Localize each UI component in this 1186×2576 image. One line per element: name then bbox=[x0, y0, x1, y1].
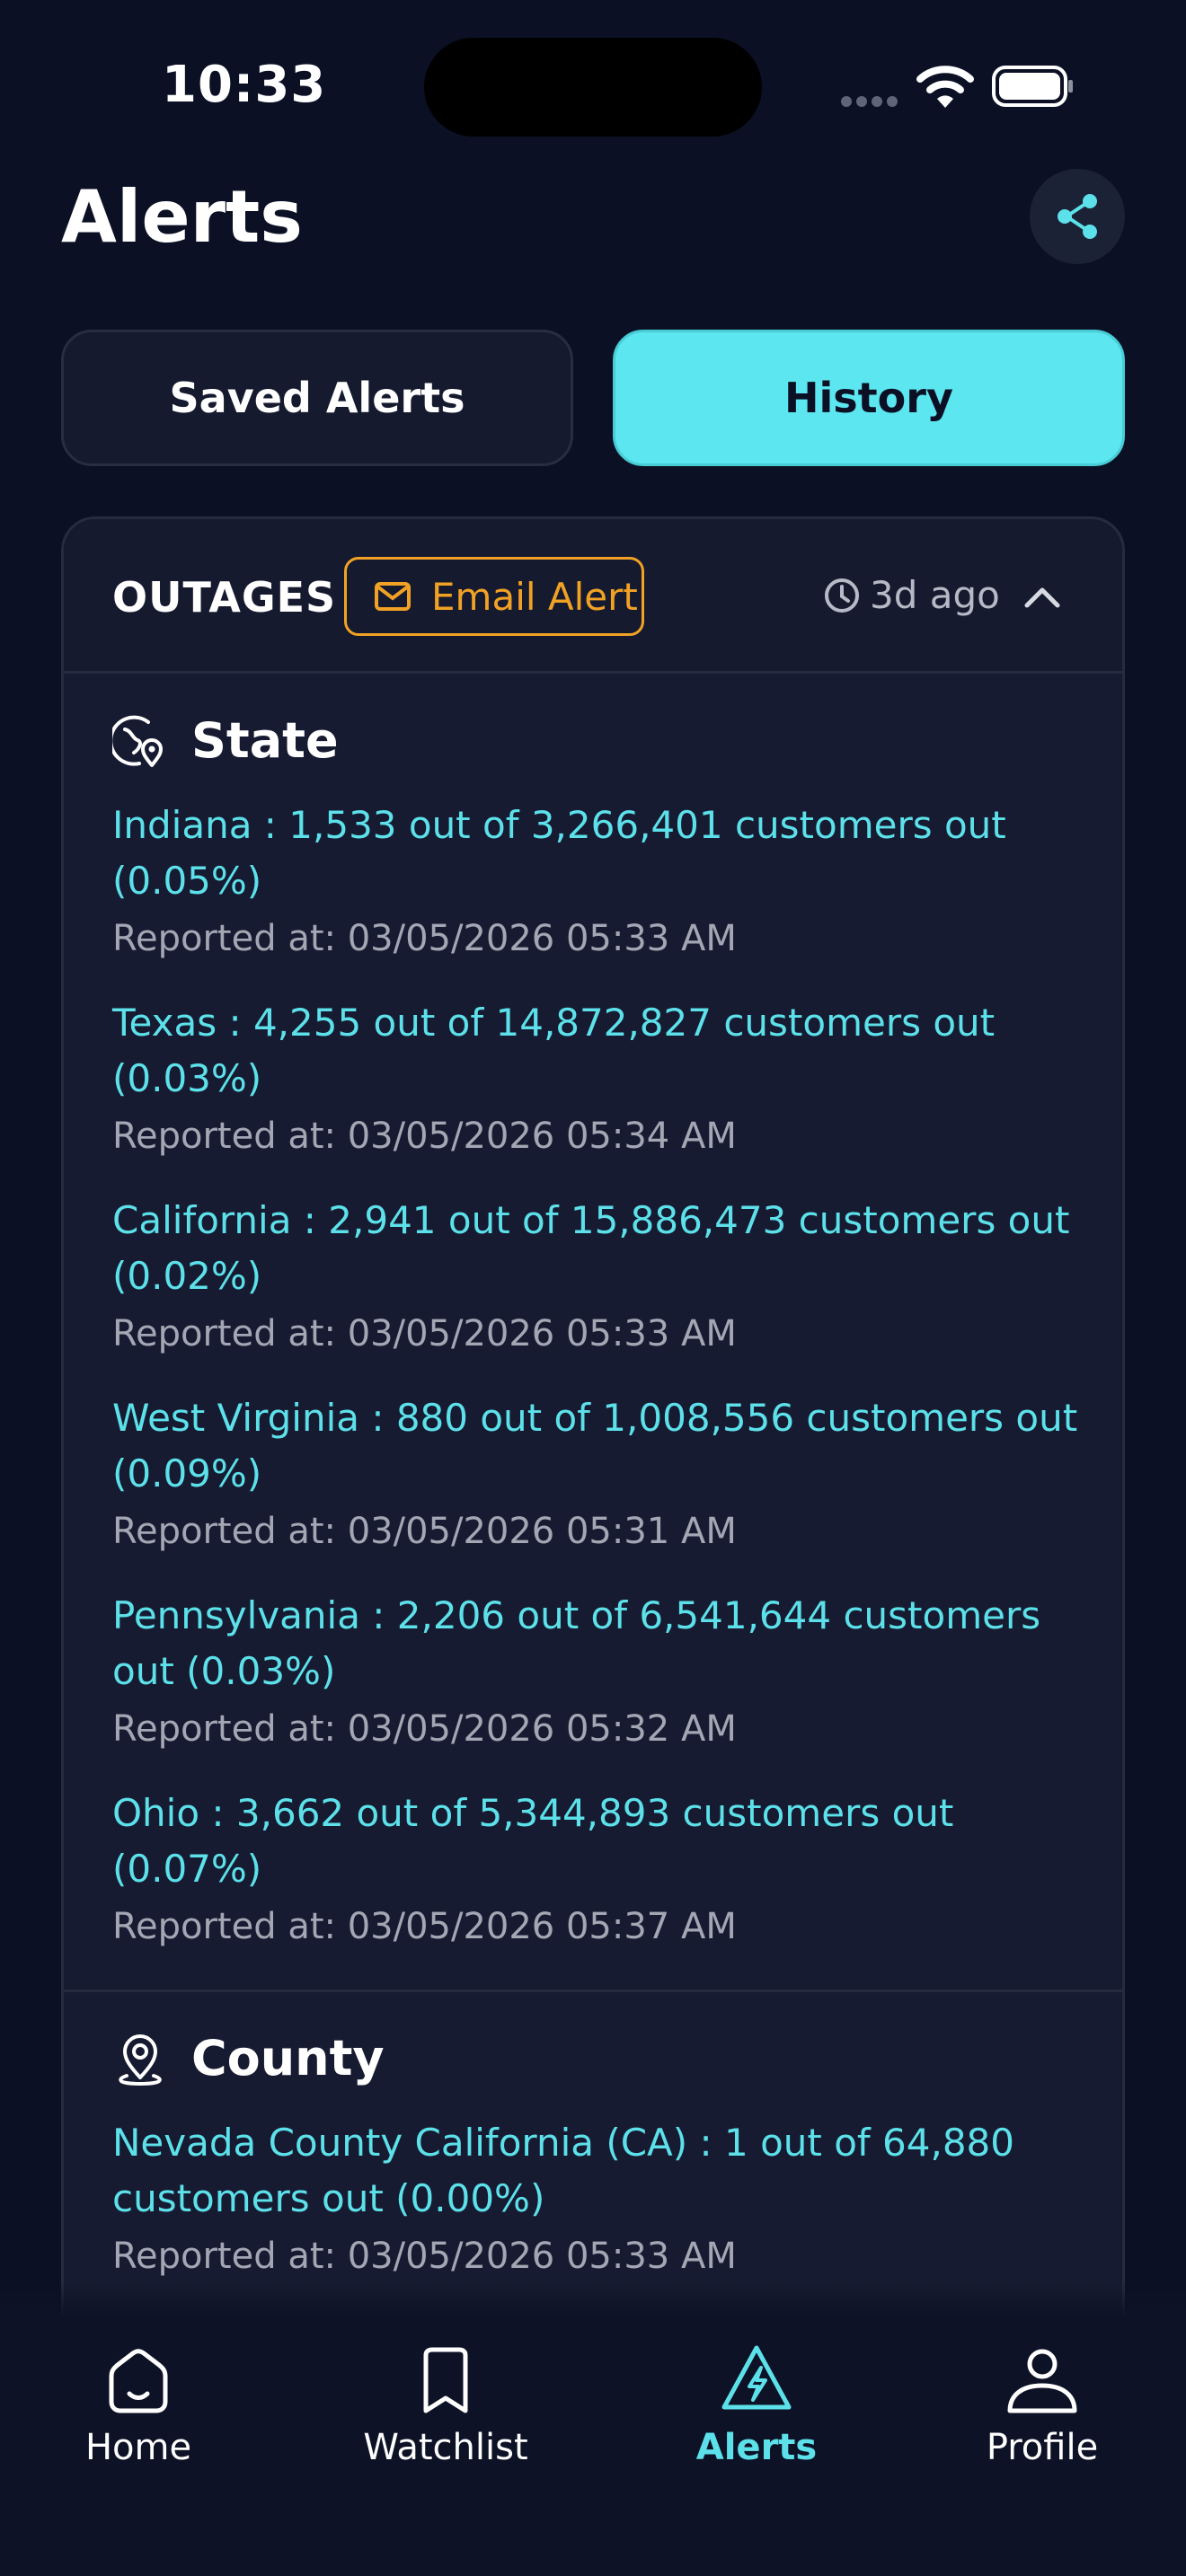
tab-saved-alerts[interactable]: Saved Alerts bbox=[61, 330, 573, 466]
list-item[interactable]: Nevada County California (CA) : 1 out of… bbox=[112, 2115, 1092, 2280]
email-alert-label: Email Alert bbox=[431, 574, 638, 619]
home-icon bbox=[109, 2349, 168, 2413]
nav-label: Home bbox=[84, 2427, 192, 2468]
profile-icon bbox=[1007, 2349, 1077, 2413]
outage-summary: Nevada County California (CA) : 1 out of… bbox=[112, 2121, 1015, 2220]
outage-summary: Indiana : 1,533 out of 3,266,401 custome… bbox=[112, 803, 1006, 903]
alert-bolt-icon bbox=[721, 2345, 792, 2410]
alert-time-ago: 3d ago bbox=[823, 573, 1000, 617]
nav-item-alerts[interactable]: Alerts bbox=[649, 2342, 864, 2468]
status-bar: 10:33 bbox=[0, 0, 1186, 171]
section-county: County bbox=[112, 2030, 385, 2086]
chevron-up-icon[interactable] bbox=[1020, 575, 1065, 620]
bottom-nav: Home Watchlist Alerts Profile bbox=[0, 2316, 1186, 2576]
reported-at: Reported at: 03/05/2026 05:37 AM bbox=[112, 1906, 737, 1947]
battery-icon bbox=[992, 66, 1073, 107]
section-label: State bbox=[191, 712, 339, 769]
reported-at: Reported at: 03/05/2026 05:31 AM bbox=[112, 1511, 737, 1552]
alert-category: OUTAGES bbox=[112, 573, 337, 622]
list-item[interactable]: California : 2,941 out of 15,886,473 cus… bbox=[112, 1193, 1092, 1358]
map-pin-icon bbox=[119, 2033, 162, 2086]
share-icon bbox=[1058, 194, 1097, 239]
section-divider bbox=[64, 1989, 1122, 1992]
section-state: State bbox=[112, 712, 339, 769]
clock-icon bbox=[825, 578, 859, 613]
nav-label: Watchlist bbox=[363, 2427, 528, 2468]
list-item[interactable]: Ohio : 3,662 out of 5,344,893 customers … bbox=[112, 1786, 1092, 1951]
tab-history[interactable]: History bbox=[613, 330, 1125, 466]
outage-summary: California : 2,941 out of 15,886,473 cus… bbox=[112, 1198, 1070, 1298]
outage-summary: West Virginia : 880 out of 1,008,556 cus… bbox=[112, 1396, 1078, 1495]
list-item[interactable]: Texas : 4,255 out of 14,872,827 customer… bbox=[112, 995, 1092, 1160]
outage-summary: Pennsylvania : 2,206 out of 6,541,644 cu… bbox=[112, 1593, 1041, 1693]
reported-at: Reported at: 03/05/2026 05:33 AM bbox=[112, 2236, 737, 2277]
alert-card: OUTAGES Email Alert 3d ago State Indiana… bbox=[61, 516, 1125, 2403]
globe-pin-icon bbox=[112, 715, 163, 767]
nav-label: Profile bbox=[986, 2427, 1099, 2468]
nav-label: Alerts bbox=[695, 2427, 818, 2468]
reported-at: Reported at: 03/05/2026 05:34 AM bbox=[112, 1116, 737, 1157]
section-label: County bbox=[191, 2030, 385, 2086]
page-title: Alerts bbox=[61, 175, 303, 259]
time-ago-text: 3d ago bbox=[870, 573, 1000, 617]
status-time: 10:33 bbox=[162, 56, 327, 114]
nav-item-home[interactable]: Home bbox=[31, 2342, 246, 2468]
alert-card-header[interactable]: OUTAGES Email Alert 3d ago bbox=[64, 519, 1122, 674]
dynamic-island bbox=[424, 38, 762, 137]
cellular-signal-icon bbox=[841, 93, 904, 107]
outage-summary: Texas : 4,255 out of 14,872,827 customer… bbox=[112, 1001, 996, 1100]
wifi-icon bbox=[916, 66, 974, 108]
share-button[interactable] bbox=[1030, 169, 1125, 264]
bookmark-icon bbox=[423, 2347, 468, 2413]
nav-item-watchlist[interactable]: Watchlist bbox=[338, 2342, 553, 2468]
list-item[interactable]: West Virginia : 880 out of 1,008,556 cus… bbox=[112, 1390, 1092, 1556]
reported-at: Reported at: 03/05/2026 05:33 AM bbox=[112, 1313, 737, 1354]
list-item[interactable]: Pennsylvania : 2,206 out of 6,541,644 cu… bbox=[112, 1588, 1092, 1753]
email-alert-badge: Email Alert bbox=[344, 557, 644, 636]
bottom-fade bbox=[0, 2281, 1186, 2317]
list-item[interactable]: Indiana : 1,533 out of 3,266,401 custome… bbox=[112, 798, 1092, 963]
reported-at: Reported at: 03/05/2026 05:33 AM bbox=[112, 918, 737, 959]
nav-item-profile[interactable]: Profile bbox=[934, 2342, 1150, 2468]
mail-icon bbox=[375, 582, 411, 611]
outage-summary: Ohio : 3,662 out of 5,344,893 customers … bbox=[112, 1791, 954, 1891]
reported-at: Reported at: 03/05/2026 05:32 AM bbox=[112, 1708, 737, 1750]
